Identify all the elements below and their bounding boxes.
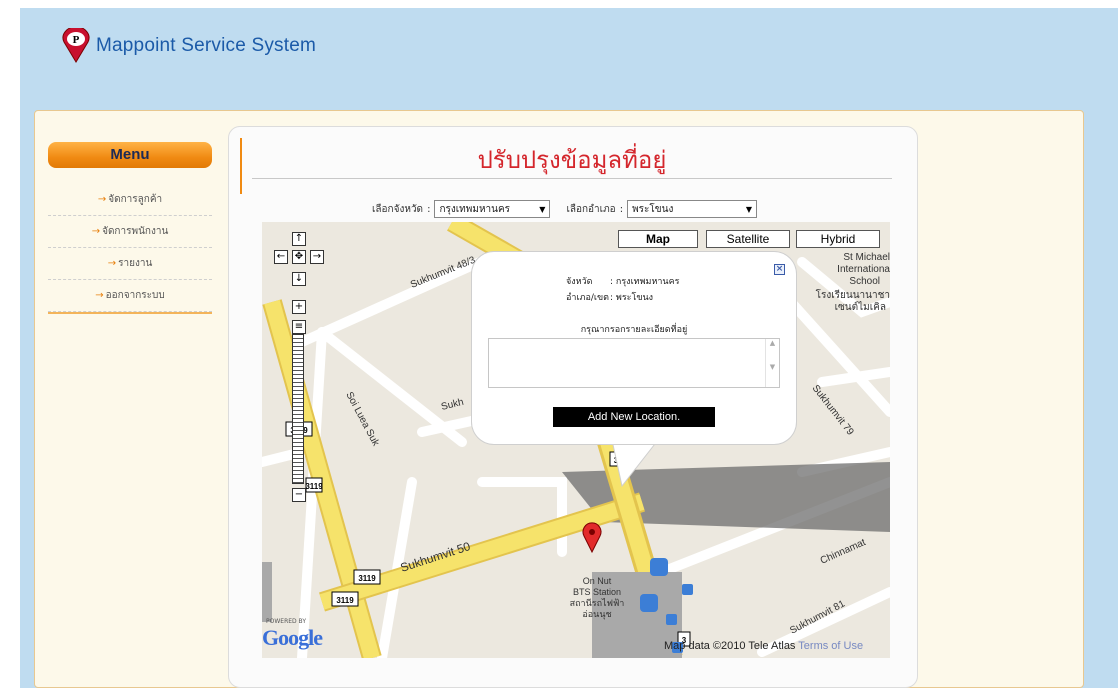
poi-st-michael-2: Internationa — [837, 264, 890, 275]
province-select-value: กรุงเทพมหานคร — [439, 203, 511, 215]
arrow-icon: → — [91, 226, 101, 237]
menu-item-label: จัดการพนักงาน — [102, 226, 169, 237]
map-type-satellite-button[interactable]: Satellite — [706, 230, 790, 248]
poi-on-nut-th1: สถานีรถไฟฟ้า — [570, 598, 625, 608]
zoom-slider[interactable] — [292, 334, 304, 484]
arrow-icon: → — [97, 194, 107, 205]
menu-item-label: ออกจากระบบ — [105, 290, 165, 301]
menu-item-label: รายงาน — [118, 258, 153, 269]
chevron-down-icon: ▼ — [745, 204, 753, 214]
poi-on-nut-2: BTS Station — [573, 587, 621, 597]
menu-item-label: จัดการลูกค้า — [108, 194, 163, 205]
popup-district-value: : พระโขนง — [610, 293, 654, 303]
svg-text:P: P — [73, 34, 80, 46]
powered-by-label: POWERED BY — [266, 618, 307, 625]
pan-down-icon[interactable]: ↓ — [292, 272, 306, 286]
popup-province-value: : กรุงเทพมหานคร — [610, 277, 680, 287]
title-accent-bar — [240, 138, 242, 194]
page-title: ปรับปรุงข้อมูลที่อยู่ — [477, 146, 667, 174]
popup-address-prompt: กรุณากรอกรายละเอียดที่อยู่ — [580, 325, 688, 335]
textarea-scrollbar[interactable]: ▲ ▼ — [765, 339, 779, 387]
chevron-down-icon: ▼ — [539, 204, 546, 214]
site-name: Mappoint Service System — [96, 35, 317, 56]
route-shield-19: 3119 — [305, 482, 323, 491]
popup-district-label: อำเภอ/เขต — [566, 293, 609, 303]
route-shield-3119-b: 3119 — [336, 596, 354, 605]
google-wordmark: Google — [262, 625, 323, 650]
route-shield-3119: 3119 — [358, 574, 376, 583]
map-copyright: Map data ©2010 Tele Atlas — [664, 640, 796, 652]
zoom-slider-handle[interactable]: ≡ — [292, 320, 306, 334]
zoom-in-icon[interactable]: + — [292, 300, 306, 314]
title-divider — [252, 178, 892, 179]
road-label-chinnamat: Chinnamat — [819, 537, 868, 567]
map-pin-logo-icon: P — [58, 26, 94, 64]
district-select[interactable]: พระโขนง ▼ — [627, 200, 758, 218]
poi-st-michael-1: St Michael — [843, 252, 890, 263]
map-type-hybrid-button[interactable]: Hybrid — [796, 230, 880, 248]
menu-header: Menu — [48, 142, 212, 168]
google-logo[interactable]: POWERED BY Google — [262, 618, 323, 651]
zoom-out-icon[interactable]: − — [292, 488, 306, 502]
district-select-value: พระโขนง — [632, 203, 674, 215]
menu-item-customers[interactable]: → จัดการลูกค้า — [48, 184, 212, 216]
poi-on-nut-th2: อ่อนนุช — [582, 609, 611, 620]
menu-list: → จัดการลูกค้า → จัดการพนักงาน → รายงาน → ออ… — [48, 184, 212, 314]
poi-st-michael-th2: เซนต์ไมเคิล — [835, 301, 886, 313]
road-label-sukh: Sukh — [440, 397, 465, 413]
site-logo[interactable]: P Mappoint Service System — [58, 26, 317, 64]
district-label: เลือกอำเภอ — [566, 203, 616, 215]
pan-left-icon[interactable]: ← — [274, 250, 288, 264]
menu-item-logout[interactable]: → ออกจากระบบ — [48, 280, 212, 312]
menu-item-reports[interactable]: → รายงาน — [48, 248, 212, 280]
location-marker-icon — [582, 522, 602, 554]
poi-on-nut-1: On Nut — [583, 576, 612, 586]
poi-st-michael-3: School — [849, 276, 880, 287]
terms-of-use-link[interactable]: Terms of Use — [798, 640, 863, 652]
popup-province-label: จังหวัด — [566, 277, 593, 287]
province-label: เลือกจังหวัด — [372, 203, 424, 215]
menu-item-employees[interactable]: → จัดการพนักงาน — [48, 216, 212, 248]
map-attribution: Map data ©2010 Tele Atlas Terms of Use — [664, 640, 863, 652]
location-selectors: เลือกจังหวัด : กรุงเทพมหานคร ▼ เลือกอำเภ… — [372, 200, 758, 218]
pan-up-icon[interactable]: ↑ — [292, 232, 306, 246]
map-type-map-button[interactable]: Map — [618, 230, 698, 248]
poi-st-michael-th1: โรงเรียนนานาชา — [816, 288, 890, 301]
add-new-location-button[interactable]: Add New Location. — [553, 407, 715, 427]
pan-center-icon[interactable]: ✥ — [292, 250, 306, 264]
arrow-icon: → — [107, 258, 117, 269]
arrow-icon: → — [95, 290, 104, 301]
pan-right-icon[interactable]: → — [310, 250, 324, 264]
road-label-soi-luea-suk: Soi Luea Suk — [343, 390, 381, 449]
sidebar-menu: Menu → จัดการลูกค้า → จัดการพนักงาน → รายงา… — [48, 142, 212, 314]
road-label-sukhumvit-79: Sukhumvit 79 — [810, 383, 856, 438]
close-icon[interactable]: × — [774, 264, 785, 275]
province-select[interactable]: กรุงเทพมหานคร ▼ — [434, 200, 551, 218]
address-detail-textarea[interactable]: ▲ ▼ — [488, 338, 780, 388]
